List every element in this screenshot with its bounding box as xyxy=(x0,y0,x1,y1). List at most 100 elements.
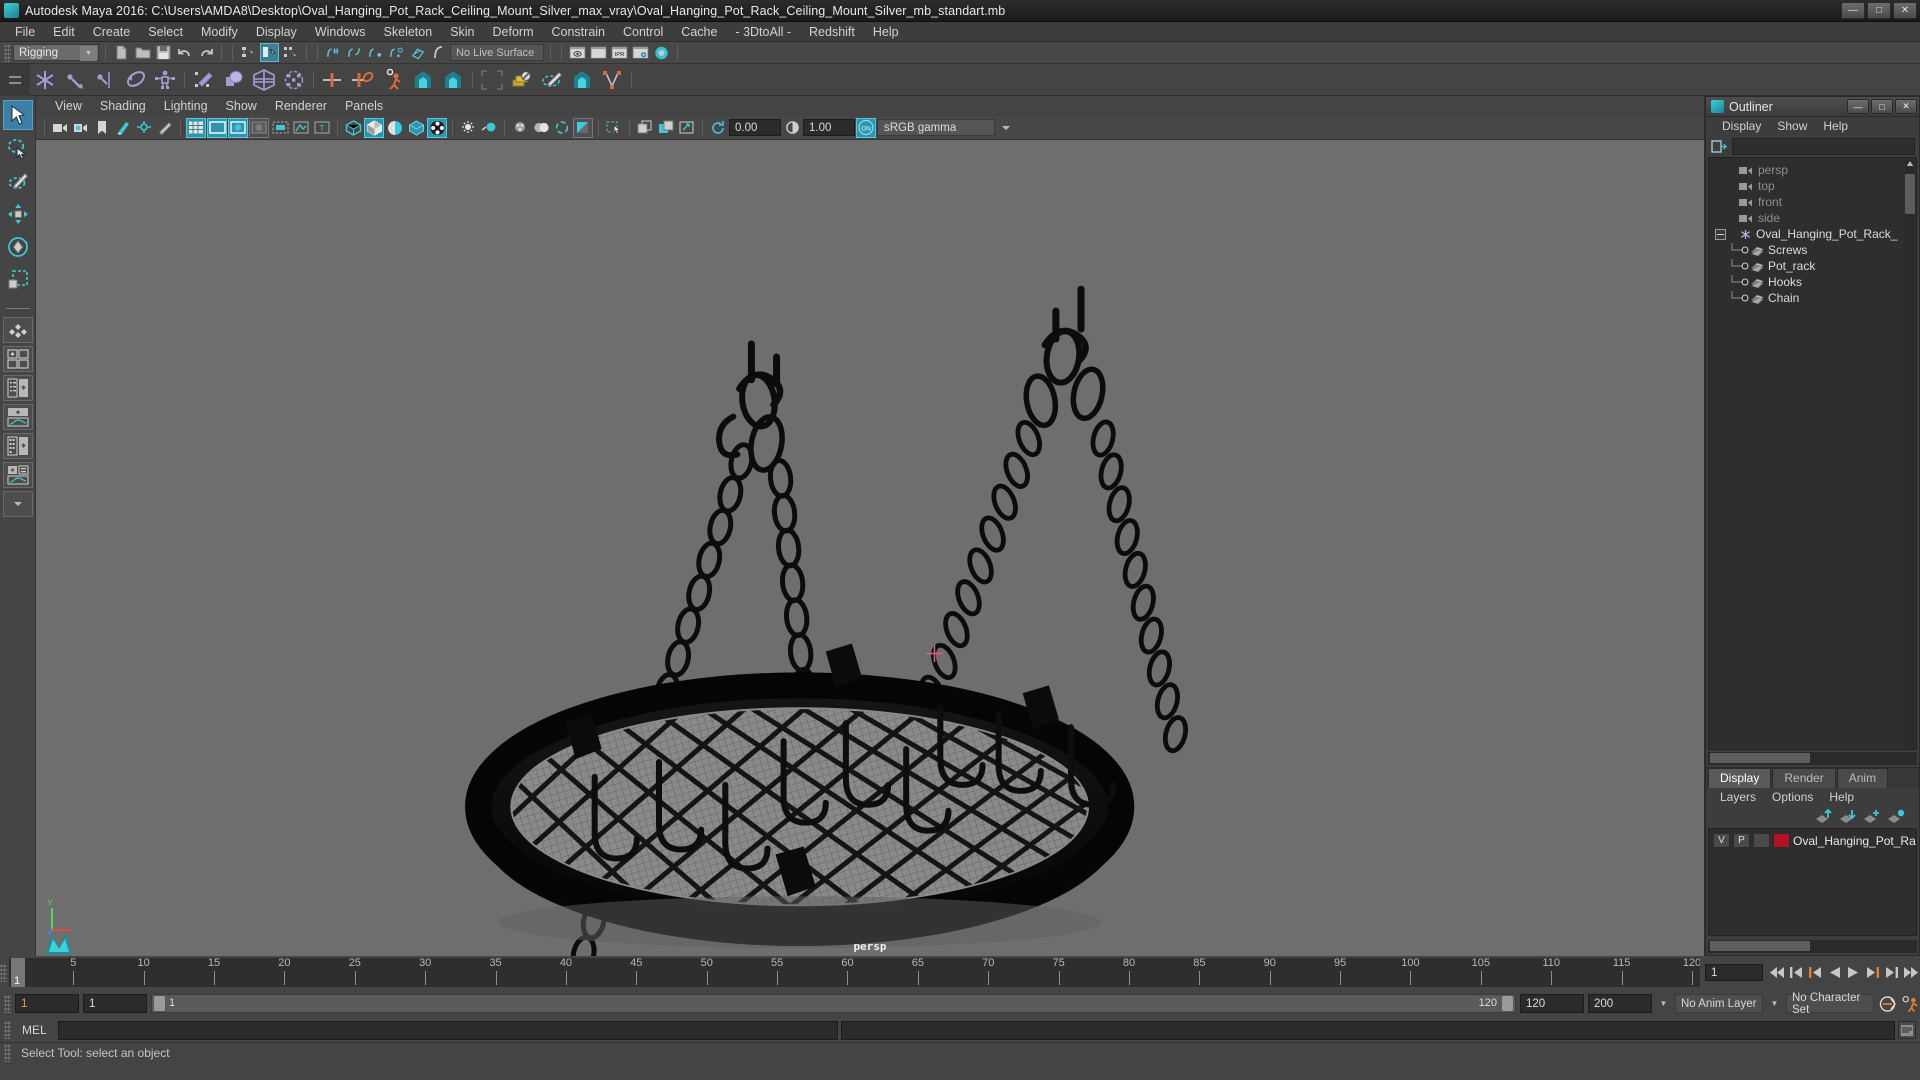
exposure-toggle-icon[interactable] xyxy=(270,118,290,138)
layer-horizontal-scrollbar[interactable] xyxy=(1708,940,1917,953)
play-backwards-icon[interactable] xyxy=(1825,962,1844,984)
exposure-field[interactable]: 0.00 xyxy=(729,119,781,136)
move-tool-icon[interactable] xyxy=(3,199,33,229)
menu-deform[interactable]: Deform xyxy=(484,22,543,42)
save-scene-icon[interactable] xyxy=(154,43,173,62)
wireframe-shading-icon[interactable] xyxy=(343,118,363,138)
layout-persp-graph-icon[interactable] xyxy=(2,404,33,430)
layer-tab-render[interactable]: Render xyxy=(1772,768,1836,788)
layer-list[interactable]: V P Oval_Hanging_Pot_Ra xyxy=(1708,828,1917,936)
layer-tab-display[interactable]: Display xyxy=(1708,768,1772,788)
select-camera-icon[interactable] xyxy=(50,118,70,138)
animation-start-field[interactable]: 1 xyxy=(15,994,79,1013)
ik-handle-icon[interactable] xyxy=(60,65,90,95)
help-line-grip[interactable] xyxy=(4,1043,11,1062)
vertex-constraint-icon[interactable] xyxy=(597,65,627,95)
outliner-item-side[interactable]: side xyxy=(1709,210,1916,226)
select-by-hierarchy-icon[interactable] xyxy=(239,43,258,62)
shelf-tab-menu[interactable] xyxy=(0,63,30,96)
character-set-icon[interactable] xyxy=(378,65,408,95)
step-forward-frame-icon[interactable] xyxy=(1882,962,1901,984)
auto-keyframe-toggle-icon[interactable] xyxy=(1878,993,1897,1015)
smooth-shading-icon[interactable] xyxy=(364,117,384,138)
insert-joint-icon[interactable] xyxy=(120,65,150,95)
layer-tab-anim[interactable]: Anim xyxy=(1836,768,1889,788)
ipr-render-icon[interactable]: IPR xyxy=(610,43,629,62)
outliner-menu-show[interactable]: Show xyxy=(1769,119,1815,133)
outliner-item-persp[interactable]: persp xyxy=(1709,162,1916,178)
hypershade-icon[interactable] xyxy=(652,43,671,62)
character-set-field[interactable]: No Character Set xyxy=(1786,992,1874,1016)
outliner-tree[interactable]: persp top front side Oval_Hanging_Pot_Rack_ S… xyxy=(1708,157,1917,750)
range-slider-bar[interactable]: 1 120 xyxy=(151,994,1516,1013)
chevron-down-icon[interactable] xyxy=(996,118,1016,138)
menu-windows[interactable]: Windows xyxy=(306,22,375,42)
image-plane-icon[interactable] xyxy=(113,118,133,138)
ik-spline-handle-icon[interactable] xyxy=(90,65,120,95)
viewport-3d-canvas[interactable]: Y persp xyxy=(36,140,1704,956)
cluster-deformer-icon[interactable] xyxy=(279,65,309,95)
motion-blur-icon[interactable] xyxy=(552,118,572,138)
film-gate-icon[interactable] xyxy=(207,117,227,138)
viewport-menu-show[interactable]: Show xyxy=(217,99,266,113)
viewport-menu-view[interactable]: View xyxy=(46,99,91,113)
menu-create[interactable]: Create xyxy=(84,22,140,42)
disable-layers-icon[interactable] xyxy=(507,65,537,95)
command-line-grip[interactable] xyxy=(4,1021,11,1039)
select-by-component-icon[interactable] xyxy=(281,43,300,62)
layout-hypershade-persp-icon[interactable] xyxy=(2,433,33,459)
snap-to-grid-icon[interactable] xyxy=(324,43,343,62)
render-settings-icon[interactable] xyxy=(631,43,650,62)
layer-shading-toggle[interactable] xyxy=(1753,833,1770,848)
menu-set-dropdown[interactable]: Rigging ▼ xyxy=(13,44,99,61)
gate-mask-icon[interactable] xyxy=(249,117,269,138)
scrollbar-thumb[interactable] xyxy=(1710,753,1810,763)
layer-menu-layers[interactable]: Layers xyxy=(1712,790,1764,804)
menu-skeleton[interactable]: Skeleton xyxy=(375,22,442,42)
point-constraint-icon[interactable] xyxy=(348,65,378,95)
menu-skin[interactable]: Skin xyxy=(441,22,483,42)
menu-select[interactable]: Select xyxy=(139,22,192,42)
range-slider-grip[interactable] xyxy=(4,994,11,1013)
outliner-menu-help[interactable]: Help xyxy=(1815,119,1856,133)
menu-help[interactable]: Help xyxy=(864,22,908,42)
command-input-field[interactable] xyxy=(57,1020,838,1040)
texture-toggle-icon[interactable] xyxy=(406,118,426,138)
menu-display[interactable]: Display xyxy=(247,22,306,42)
snap-to-projected-center-icon[interactable] xyxy=(387,43,406,62)
shadow-toggle-icon[interactable] xyxy=(427,117,447,138)
new-scene-icon[interactable] xyxy=(112,43,131,62)
undo-icon[interactable] xyxy=(175,43,194,62)
move-layer-down-icon[interactable] xyxy=(1839,809,1857,824)
go-to-end-icon[interactable] xyxy=(1901,962,1920,984)
layout-persp-outliner-graph-icon[interactable] xyxy=(2,462,33,488)
layer-visibility-toggle[interactable]: V xyxy=(1713,833,1730,848)
animation-end-field[interactable]: 200 xyxy=(1588,994,1652,1013)
move-layer-up-icon[interactable] xyxy=(1815,808,1833,824)
menu-control[interactable]: Control xyxy=(614,22,672,42)
anim-layer-field[interactable]: No Anim Layer xyxy=(1675,994,1763,1013)
render-sequence-icon[interactable] xyxy=(589,43,608,62)
outliner-item-chain[interactable]: Chain xyxy=(1709,290,1916,306)
outliner-item-pot-rack[interactable]: Pot_rack xyxy=(1709,258,1916,274)
scroll-up-arrow-icon[interactable] xyxy=(1906,160,1914,168)
expand-collapse-toggle[interactable] xyxy=(1715,228,1726,240)
menu-3dtoall[interactable]: - 3DtoAll - xyxy=(726,22,800,42)
empty-shelf-slot[interactable] xyxy=(477,65,507,95)
select-tool-icon[interactable] xyxy=(2,100,33,130)
step-forward-key-icon[interactable] xyxy=(1863,962,1882,984)
paint-weights-brush-icon[interactable] xyxy=(537,65,567,95)
text-toggle-icon[interactable]: T xyxy=(312,118,332,138)
step-back-frame-icon[interactable] xyxy=(1787,962,1806,984)
menu-file[interactable]: File xyxy=(6,22,44,42)
chevron-down-icon[interactable]: ▼ xyxy=(1656,994,1671,1013)
range-end-field[interactable]: 120 xyxy=(1520,994,1584,1013)
range-start-handle[interactable] xyxy=(154,996,165,1011)
open-scene-icon[interactable] xyxy=(133,43,152,62)
play-forwards-icon[interactable] xyxy=(1844,962,1863,984)
layer-color-swatch[interactable] xyxy=(1773,833,1790,848)
exposure-reset-icon[interactable] xyxy=(708,118,728,138)
paint-skin-weights-icon[interactable] xyxy=(189,65,219,95)
current-frame-field[interactable]: 1 xyxy=(1705,964,1763,981)
live-surface-field[interactable]: No Live Surface xyxy=(450,44,544,61)
